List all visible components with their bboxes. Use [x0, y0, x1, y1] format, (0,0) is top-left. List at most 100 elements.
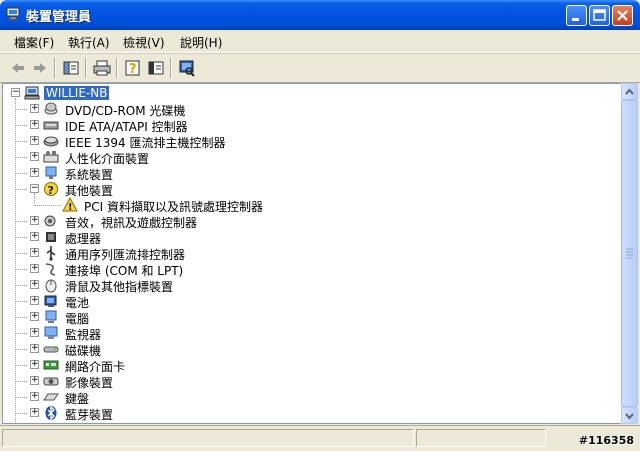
monitor-icon — [44, 326, 58, 339]
category-row[interactable]: + 電腦 — [3, 309, 603, 326]
scan-hardware-icon[interactable] — [177, 58, 197, 78]
menu-action[interactable]: 執行(A) — [68, 34, 110, 51]
title-bar[interactable]: 裝置管理員 — [0, 0, 640, 30]
tree-connector — [15, 285, 27, 286]
expand-toggle[interactable]: + — [30, 168, 39, 177]
menu-file[interactable]: 檔案(F) — [14, 34, 54, 51]
svg-text:?: ? — [129, 62, 137, 77]
category-row[interactable]: + 處理器 — [3, 229, 603, 246]
expand-toggle[interactable]: + — [30, 408, 39, 417]
menu-help[interactable]: 說明(H) — [180, 34, 222, 51]
vertical-scrollbar[interactable] — [621, 83, 638, 424]
svg-text:!: ! — [68, 202, 73, 213]
tree-connector — [15, 173, 27, 174]
tree-connector — [15, 333, 27, 334]
toolbar: ? — [0, 53, 640, 83]
tree-root-row[interactable]: − WILLIE-NB — [3, 85, 603, 101]
status-cell-main — [2, 429, 414, 447]
forward-arrow-icon[interactable] — [30, 58, 50, 78]
category-row[interactable]: −? 其他裝置 — [3, 181, 603, 198]
expand-toggle[interactable]: + — [30, 152, 39, 161]
device-manager-app-icon — [6, 7, 20, 21]
category-row[interactable]: + 音效，視訊及遊戲控制器 — [3, 213, 603, 230]
status-cell-secondary — [416, 429, 546, 447]
firewire-icon — [43, 136, 59, 147]
tree-connector — [15, 365, 27, 366]
chevron-up-icon — [625, 88, 634, 95]
computer-name[interactable]: WILLIE-NB — [44, 86, 110, 100]
expand-toggle[interactable]: + — [30, 264, 39, 273]
expand-toggle[interactable]: + — [30, 104, 39, 113]
category-row[interactable]: + IDE ATA/ATAPI 控制器 — [3, 117, 603, 134]
close-icon — [617, 10, 628, 21]
expand-toggle[interactable]: + — [30, 312, 39, 321]
device-row[interactable]: ! PCI 資料擷取以及訊號處理控制器 — [3, 197, 603, 214]
tree-connector — [15, 301, 27, 302]
mouse-icon — [45, 279, 57, 293]
expand-toggle[interactable]: + — [30, 120, 39, 129]
category-row[interactable]: + 影像裝置 — [3, 373, 603, 390]
expand-toggle[interactable]: + — [30, 248, 39, 257]
tree-connector — [15, 189, 27, 190]
expand-toggle[interactable]: + — [30, 232, 39, 241]
system-device-icon — [45, 166, 57, 179]
print-icon[interactable] — [92, 58, 112, 78]
category-row[interactable]: + 監視器 — [3, 325, 603, 342]
category-row[interactable]: + 鍵盤 — [3, 389, 603, 406]
properties-icon[interactable] — [146, 58, 166, 78]
tree-connector — [15, 141, 27, 142]
collapse-toggle[interactable]: − — [11, 88, 20, 97]
category-row[interactable]: + 磁碟機 — [3, 341, 603, 358]
status-bar: #116358 — [0, 425, 640, 451]
help-icon[interactable]: ? — [123, 58, 143, 78]
tree-connector — [34, 205, 60, 206]
svg-text:?: ? — [48, 184, 54, 197]
menu-bar: 檔案(F) 執行(A) 檢視(V) 說明(H) — [0, 30, 640, 53]
scroll-thumb[interactable] — [621, 100, 638, 407]
tree-connector — [15, 397, 27, 398]
category-row[interactable]: + 連接埠 (COM 和 LPT) — [3, 261, 603, 278]
expand-toggle[interactable]: + — [30, 376, 39, 385]
processor-icon — [46, 232, 56, 242]
collapse-toggle[interactable]: − — [30, 184, 39, 193]
hid-icon — [43, 151, 59, 163]
show-hide-console-tree-icon[interactable] — [61, 58, 81, 78]
category-row[interactable]: + 網路介面卡 — [3, 357, 603, 374]
expand-toggle[interactable]: + — [30, 280, 39, 289]
category-row[interactable]: + IEEE 1394 匯流排主機控制器 — [3, 133, 603, 150]
back-arrow-icon[interactable] — [8, 58, 28, 78]
chevron-down-icon — [625, 413, 634, 420]
expand-toggle[interactable]: + — [30, 216, 39, 225]
minimize-button[interactable] — [566, 5, 587, 26]
category-row[interactable]: + 人性化介面裝置 — [3, 149, 603, 166]
usb-icon — [46, 246, 56, 261]
tree-item-label[interactable]: 藍芽裝置 — [65, 406, 113, 423]
close-button[interactable] — [612, 5, 633, 26]
category-row[interactable]: + 系統裝置 — [3, 165, 603, 182]
toolbar-separator — [54, 58, 56, 78]
cdrom-icon — [44, 102, 58, 115]
device-tree[interactable]: − WILLIE-NB + DVD/CD-ROM 光碟機 + IDE ATA/ATAP… — [2, 83, 622, 424]
maximize-button[interactable] — [589, 5, 610, 26]
tree-connector — [15, 381, 27, 382]
scroll-down-button[interactable] — [621, 407, 638, 424]
expand-toggle[interactable]: + — [30, 328, 39, 337]
category-row[interactable]: + 藍芽裝置 — [3, 405, 603, 423]
expand-toggle[interactable]: + — [30, 136, 39, 145]
tree-connector — [15, 317, 27, 318]
expand-toggle[interactable]: + — [30, 296, 39, 305]
disk-drive-icon — [43, 346, 59, 353]
bluetooth-icon — [45, 405, 57, 421]
category-row[interactable]: + DVD/CD-ROM 光碟機 — [3, 101, 603, 118]
ide-controller-icon — [43, 121, 59, 130]
tree-connector — [15, 253, 27, 254]
menu-view[interactable]: 檢視(V) — [123, 34, 165, 51]
category-row[interactable]: + 電池 — [3, 293, 603, 310]
expand-toggle[interactable]: + — [30, 392, 39, 401]
expand-toggle[interactable]: + — [30, 344, 39, 353]
expand-toggle[interactable]: + — [30, 360, 39, 369]
scroll-up-button[interactable] — [621, 83, 638, 100]
category-row[interactable]: + 通用序列匯流排控制器 — [3, 245, 603, 262]
category-row[interactable]: + 滑鼠及其他指標裝置 — [3, 277, 603, 294]
tree-connector — [15, 269, 27, 270]
